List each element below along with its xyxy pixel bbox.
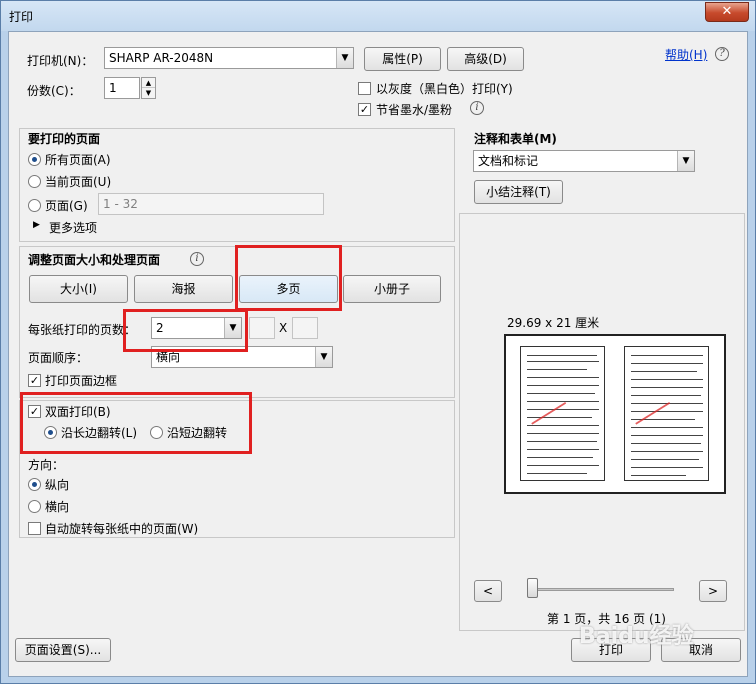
printer-selected-value: SHARP AR-2048N	[109, 51, 214, 65]
highlight-box-multiple-tab	[235, 245, 342, 311]
copies-label: 份数(C)：	[27, 84, 81, 98]
page-handling-heading: 调整页面大小和处理页面	[28, 253, 161, 267]
portrait-label: 纵向	[45, 478, 70, 492]
advanced-button[interactable]: 高级(D)	[447, 47, 524, 71]
stepper-down-icon[interactable]: ▼	[142, 88, 155, 98]
help-info-icon[interactable]: ?	[715, 47, 729, 61]
page-order-label: 页面顺序：	[28, 351, 89, 365]
copies-input[interactable]: 1	[104, 77, 140, 99]
help-link[interactable]: 帮助(H)	[665, 46, 707, 63]
current-page-radio[interactable]	[28, 175, 41, 188]
custom-x-label: X	[279, 321, 288, 335]
page-order-value: 横向	[156, 350, 181, 364]
page-slider-track[interactable]	[529, 588, 674, 591]
chevron-down-icon: ▼	[336, 48, 353, 68]
all-pages-radio[interactable]	[28, 153, 41, 166]
comments-select[interactable]: 文档和标记 ▼	[473, 150, 695, 172]
landscape-label: 横向	[45, 500, 70, 514]
window-title: 打印	[9, 10, 34, 24]
save-ink-info-icon[interactable]: i	[470, 101, 484, 115]
previous-page-button[interactable]: <	[474, 580, 502, 602]
preview-size-text: 29.69 x 21 厘米	[507, 316, 600, 330]
pages-per-sheet-label: 每张纸打印的页数：	[28, 323, 137, 337]
comments-heading: 注释和表单(M)	[474, 132, 557, 146]
pages-range-radio[interactable]	[28, 199, 41, 212]
printer-label: 打印机(N)：	[27, 54, 94, 68]
tab-poster[interactable]: 海报	[134, 275, 233, 303]
auto-rotate-checkbox[interactable]	[28, 522, 41, 535]
preview-sheet: ━━━━━━ ━━━━━━	[504, 334, 726, 494]
landscape-radio[interactable]	[28, 500, 41, 513]
orientation-label: 方向：	[28, 458, 65, 472]
pages-to-print-heading: 要打印的页面	[28, 132, 101, 146]
portrait-radio[interactable]	[28, 478, 41, 491]
dialog-client-area: 打印机(N)： SHARP AR-2048N ▼ 属性(P) 高级(D) 帮助(…	[8, 31, 748, 677]
watermark-logo: Baidu经验	[579, 624, 694, 649]
print-border-checkbox[interactable]: ✓	[28, 374, 41, 387]
more-options-toggle[interactable]: 更多选项	[49, 219, 97, 236]
page-slider-thumb[interactable]	[527, 578, 538, 598]
summarize-comments-button[interactable]: 小结注释(T)	[474, 180, 563, 204]
tab-booklet[interactable]: 小册子	[343, 275, 441, 303]
comments-selected-value: 文档和标记	[478, 154, 539, 168]
close-button[interactable]: ✕	[705, 2, 749, 22]
all-pages-label: 所有页面(A)	[45, 153, 111, 167]
print-border-label: 打印页面边框	[45, 374, 118, 388]
save-ink-label: 节省墨水/墨粉	[376, 103, 453, 117]
printer-select[interactable]: SHARP AR-2048N ▼	[104, 47, 354, 69]
next-page-button[interactable]: >	[699, 580, 727, 602]
highlight-box-pages-per-sheet	[123, 309, 248, 352]
stepper-up-icon[interactable]: ▲	[142, 78, 155, 88]
current-page-label: 当前页面(U)	[45, 175, 112, 189]
custom-rows-input[interactable]	[292, 317, 318, 339]
preview-page-1: ━━━━━━	[520, 346, 605, 481]
save-ink-checkbox[interactable]: ✓	[358, 103, 371, 116]
preview-page-2: ━━━━━━	[624, 346, 709, 481]
pages-range-input[interactable]: 1 - 32	[98, 193, 324, 215]
properties-button[interactable]: 属性(P)	[364, 47, 441, 71]
page-setup-button[interactable]: 页面设置(S)...	[15, 638, 111, 662]
grayscale-label: 以灰度（黑白色）打印(Y)	[376, 82, 513, 96]
title-bar[interactable]: 打印 ✕	[1, 1, 755, 31]
chevron-down-icon: ▼	[315, 347, 332, 367]
grayscale-checkbox[interactable]	[358, 82, 371, 95]
highlight-box-duplex	[20, 392, 252, 454]
pages-range-label: 页面(G)	[45, 199, 88, 213]
expand-arrow-icon[interactable]: ▶	[33, 220, 40, 230]
copies-stepper[interactable]: ▲ ▼	[141, 77, 156, 99]
chevron-down-icon: ▼	[677, 151, 694, 171]
tab-size[interactable]: 大小(I)	[29, 275, 128, 303]
page-handling-info-icon[interactable]: i	[190, 252, 204, 266]
custom-columns-input[interactable]	[249, 317, 275, 339]
auto-rotate-label: 自动旋转每张纸中的页面(W)	[45, 522, 199, 536]
print-dialog-window: 打印 ✕ 打印机(N)： SHARP AR-2048N ▼ 属性(P) 高级(D…	[0, 0, 756, 684]
